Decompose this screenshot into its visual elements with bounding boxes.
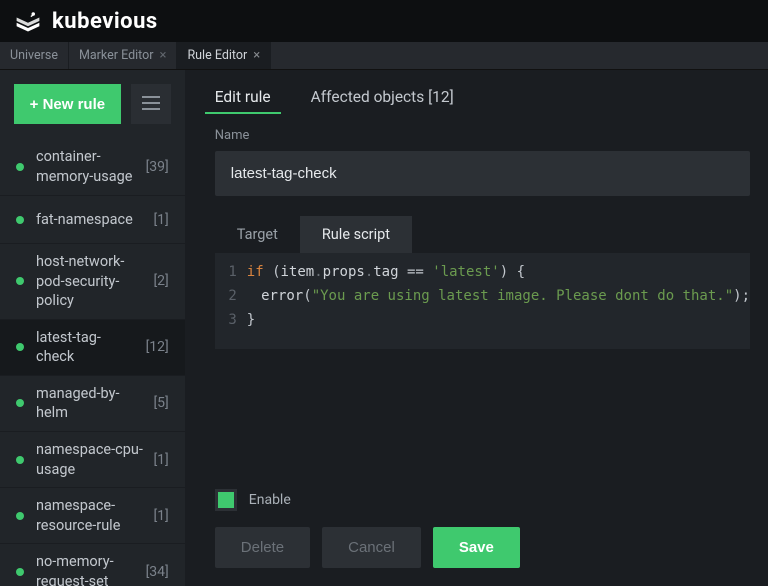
- rule-name: namespace-cpu-usage: [36, 432, 145, 487]
- rule-item[interactable]: namespace-cpu-usage [1]: [0, 432, 185, 488]
- delete-button[interactable]: Delete: [215, 527, 310, 568]
- brand-name: kubevious: [52, 9, 158, 34]
- tab-universe[interactable]: Universe: [0, 42, 69, 69]
- line-number: 2: [215, 285, 247, 309]
- rule-name: host-network-pod-security-policy: [36, 244, 145, 319]
- rule-item[interactable]: namespace-resource-rule [1]: [0, 488, 185, 544]
- line-number: 3: [215, 309, 247, 333]
- status-dot-icon: [16, 216, 24, 224]
- rule-name: container-memory-usage: [36, 139, 138, 194]
- app-header: kubevious: [0, 0, 768, 42]
- new-rule-button[interactable]: + New rule: [14, 84, 121, 124]
- brand-logo-icon: [14, 7, 42, 35]
- tab-label: Rule Editor: [187, 48, 247, 63]
- status-dot-icon: [16, 568, 24, 576]
- enable-row: Enable: [215, 489, 750, 511]
- rule-count: [34]: [146, 564, 169, 580]
- tab-target[interactable]: Target: [215, 216, 300, 253]
- rule-list: container-memory-usage [39] fat-namespace […: [0, 138, 185, 586]
- rule-name-input[interactable]: [215, 151, 750, 196]
- code-line: if (item.props.tag == 'latest') {: [247, 261, 525, 285]
- tab-affected-objects[interactable]: Affected objects [12]: [311, 88, 454, 112]
- rule-count: [5]: [153, 395, 168, 411]
- rule-count: [1]: [153, 508, 168, 524]
- rule-name: managed-by-helm: [36, 376, 145, 431]
- status-dot-icon: [16, 399, 24, 407]
- sidebar-actions: + New rule: [0, 70, 185, 138]
- rule-item[interactable]: no-memory-request-set [34]: [0, 544, 185, 586]
- save-button[interactable]: Save: [433, 527, 520, 568]
- sidebar-menu-button[interactable]: [131, 84, 171, 124]
- menu-icon: [142, 94, 160, 115]
- status-dot-icon: [16, 277, 24, 285]
- enable-label: Enable: [249, 492, 291, 508]
- rule-count: [12]: [146, 339, 169, 355]
- close-icon[interactable]: ×: [160, 48, 167, 63]
- rule-name: namespace-resource-rule: [36, 488, 145, 543]
- rule-count: [1]: [153, 452, 168, 468]
- status-dot-icon: [16, 456, 24, 464]
- status-dot-icon: [16, 163, 24, 171]
- rule-count: [39]: [146, 159, 169, 175]
- rule-count: [1]: [153, 212, 168, 228]
- window-tabs: Universe Marker Editor × Rule Editor ×: [0, 42, 768, 70]
- enable-checkbox[interactable]: [215, 489, 237, 511]
- rule-item[interactable]: host-network-pod-security-policy [2]: [0, 244, 185, 320]
- line-number: 1: [215, 261, 247, 285]
- code-line: }: [247, 309, 255, 333]
- rule-name: latest-tag-check: [36, 320, 138, 375]
- status-dot-icon: [16, 343, 24, 351]
- tab-marker-editor[interactable]: Marker Editor ×: [69, 42, 178, 69]
- script-view-tabs: Target Rule script: [215, 216, 750, 253]
- tab-label: Marker Editor: [79, 48, 154, 63]
- tab-rule-script[interactable]: Rule script: [300, 216, 412, 253]
- code-editor[interactable]: 1 if (item.props.tag == 'latest') { 2 er…: [215, 253, 750, 349]
- name-field-label: Name: [215, 128, 750, 143]
- tab-rule-editor[interactable]: Rule Editor ×: [177, 42, 271, 69]
- rule-item[interactable]: managed-by-helm [5]: [0, 376, 185, 432]
- rule-editor-panel: Edit rule Affected objects [12] Name Tar…: [185, 70, 768, 586]
- tab-edit-rule[interactable]: Edit rule: [215, 88, 271, 112]
- editor-view-tabs: Edit rule Affected objects [12]: [215, 88, 750, 112]
- rule-item[interactable]: fat-namespace [1]: [0, 196, 185, 244]
- rules-sidebar: + New rule container-memory-usage [39] fat…: [0, 70, 185, 586]
- cancel-button[interactable]: Cancel: [322, 527, 421, 568]
- action-buttons: Delete Cancel Save: [215, 527, 750, 568]
- status-dot-icon: [16, 512, 24, 520]
- tab-label: Universe: [10, 48, 58, 63]
- code-line: error("You are using latest image. Pleas…: [247, 285, 750, 309]
- rule-name: no-memory-request-set: [36, 544, 138, 586]
- rule-count: [2]: [153, 273, 168, 289]
- rule-item[interactable]: latest-tag-check [12]: [0, 320, 185, 376]
- close-icon[interactable]: ×: [253, 48, 260, 63]
- rule-name: fat-namespace: [36, 202, 145, 238]
- rule-item[interactable]: container-memory-usage [39]: [0, 138, 185, 196]
